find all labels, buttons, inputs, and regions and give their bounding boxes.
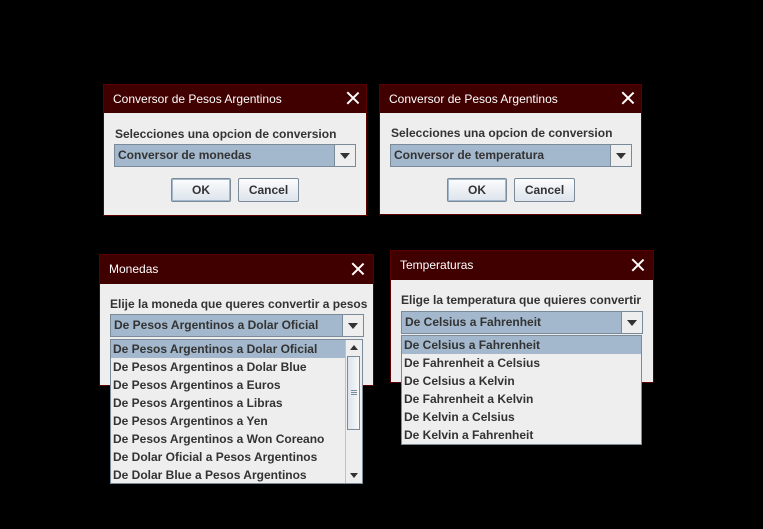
list-item[interactable]: De Pesos Argentinos a Dolar Oficial xyxy=(111,340,346,358)
list-item[interactable]: De Pesos Argentinos a Euros xyxy=(111,376,362,394)
dialog-prompt: Elige la temperatura que quieres convert… xyxy=(401,293,642,307)
cancel-button[interactable]: Cancel xyxy=(514,178,575,202)
grip-line xyxy=(351,392,357,393)
close-icon[interactable] xyxy=(351,262,365,276)
list-item[interactable]: De Pesos Argentinos a Yen xyxy=(111,412,362,430)
dialog-title: Conversor de Pesos Argentinos xyxy=(113,92,282,106)
chevron-down-icon[interactable] xyxy=(621,312,642,333)
temperature-select[interactable]: De Celsius a Fahrenheit xyxy=(401,311,643,334)
dialog-prompt: Selecciones una opcion de conversion xyxy=(391,126,613,140)
list-item[interactable]: De Pesos Argentinos a Libras xyxy=(111,394,362,412)
list-item[interactable]: De Dolar Oficial a Pesos Argentinos xyxy=(111,448,362,466)
dialog-title-bar[interactable]: Conversor de Pesos Argentinos xyxy=(380,85,641,113)
list-item[interactable]: De Celsius a Fahrenheit xyxy=(402,336,641,354)
conversion-dialog-temperatura-choice: Conversor de Pesos Argentinos Seleccione… xyxy=(380,85,641,214)
dialog-prompt: Selecciones una opcion de conversion xyxy=(115,127,337,141)
temperature-dropdown-list[interactable]: De Celsius a Fahrenheit De Fahrenheit a … xyxy=(401,335,642,445)
vertical-scrollbar[interactable] xyxy=(345,340,362,483)
chevron-down-icon[interactable] xyxy=(610,145,631,166)
list-item[interactable]: De Fahrenheit a Celsius xyxy=(402,354,641,372)
close-icon[interactable] xyxy=(621,91,635,105)
list-item[interactable]: De Pesos Argentinos a Dolar Blue xyxy=(111,358,362,376)
dialog-title: Temperaturas xyxy=(400,258,474,272)
grip-line xyxy=(351,390,357,391)
ok-button[interactable]: OK xyxy=(447,178,507,202)
list-item[interactable]: De Kelvin a Celsius xyxy=(402,408,641,426)
dialog-title-bar[interactable]: Conversor de Pesos Argentinos xyxy=(104,85,366,113)
dialog-title: Conversor de Pesos Argentinos xyxy=(389,92,558,106)
conversion-dialog-monedas-choice: Conversor de Pesos Argentinos Seleccione… xyxy=(104,85,366,215)
close-icon[interactable] xyxy=(631,258,645,272)
selected-value: Conversor de temperatura xyxy=(394,148,545,162)
currency-select[interactable]: De Pesos Argentinos a Dolar Oficial xyxy=(110,314,364,337)
list-item[interactable]: De Celsius a Kelvin xyxy=(402,372,641,390)
scrollbar-thumb[interactable] xyxy=(347,356,360,430)
list-item[interactable]: De Fahrenheit a Kelvin xyxy=(402,390,641,408)
grip-line xyxy=(351,394,357,395)
scroll-down-arrow-icon[interactable] xyxy=(346,468,362,483)
list-item[interactable]: De Pesos Argentinos a Won Coreano xyxy=(111,430,362,448)
chevron-down-icon[interactable] xyxy=(334,145,355,166)
conversion-type-select[interactable]: Conversor de monedas xyxy=(114,144,356,167)
selected-value: Conversor de monedas xyxy=(118,148,252,162)
selected-value: De Pesos Argentinos a Dolar Oficial xyxy=(114,318,319,332)
list-item[interactable]: De Dolar Blue a Pesos Argentinos xyxy=(111,466,362,484)
close-icon[interactable] xyxy=(346,91,360,105)
currency-dropdown-list[interactable]: De Pesos Argentinos a Dolar Oficial De P… xyxy=(110,339,363,484)
list-item[interactable]: De Kelvin a Fahrenheit xyxy=(402,426,641,444)
chevron-down-icon[interactable] xyxy=(342,315,363,336)
dialog-prompt: Elije la moneda que queres convertir a p… xyxy=(110,297,368,311)
dialog-title-bar[interactable]: Monedas xyxy=(100,255,373,284)
cancel-button[interactable]: Cancel xyxy=(238,178,299,202)
selected-value: De Celsius a Fahrenheit xyxy=(405,315,542,329)
dialog-title: Monedas xyxy=(109,262,159,276)
dialog-title-bar[interactable]: Temperaturas xyxy=(391,251,653,280)
conversion-type-select[interactable]: Conversor de temperatura xyxy=(390,144,632,167)
scroll-up-arrow-icon[interactable] xyxy=(346,340,362,355)
ok-button[interactable]: OK xyxy=(171,178,231,202)
